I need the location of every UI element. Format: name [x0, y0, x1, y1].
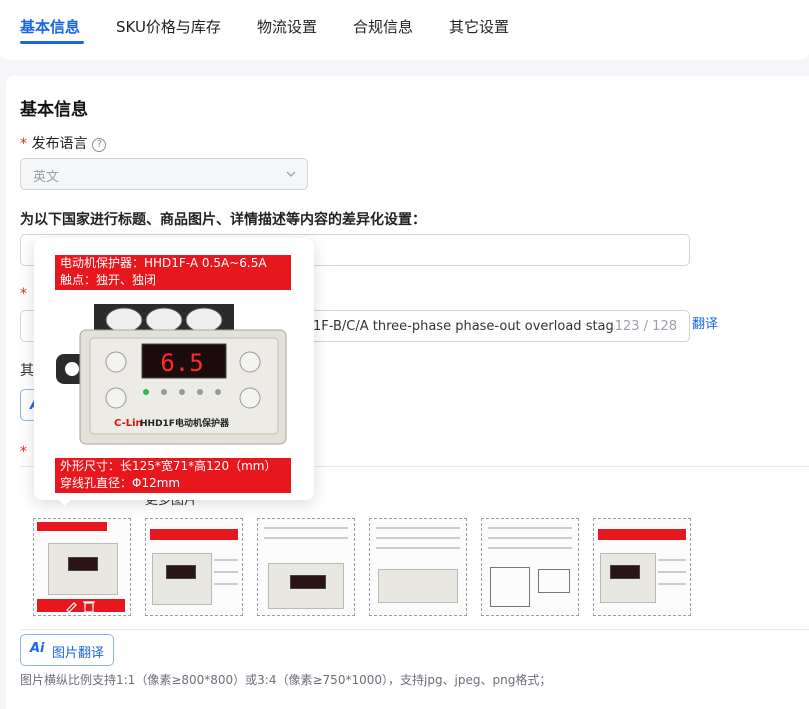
product-thumbnail-6[interactable]	[593, 518, 691, 616]
title-label: *	[20, 286, 27, 302]
translate-link[interactable]: 翻译	[692, 313, 718, 332]
image-requirements-hint: 图片横纵比例支持1:1（像素≥800*800）或3:4（像素≥750*1000）…	[20, 673, 552, 687]
spec-band-bottom-line2: 穿线孔直径：Φ12mm	[60, 476, 181, 490]
product-thumbnail-1[interactable]	[33, 518, 131, 616]
language-label-text: 发布语言	[31, 136, 88, 152]
spec-band-top-line1: 电动机保护器：HHD1F-A 0.5A~6.5A	[60, 256, 267, 270]
divider	[20, 629, 809, 630]
required-mark: *	[20, 136, 27, 152]
edit-delete-icons[interactable]	[64, 599, 98, 613]
language-label: * 发布语言?	[20, 133, 107, 153]
device-display-value: 6.5	[160, 349, 203, 377]
required-mark: *	[20, 444, 27, 460]
title-input-value: 1F-B/C/A three-phase phase-out overload …	[313, 319, 615, 334]
other-label: 其	[20, 363, 34, 379]
section-title: 基本信息	[20, 100, 88, 120]
language-select[interactable]: 英文	[20, 158, 308, 190]
chevron-down-icon	[286, 171, 296, 177]
tabs-bar: 基本信息 SKU价格与库存 物流设置 合规信息 其它设置	[0, 0, 809, 60]
diff-settings-label: 为以下国家进行标题、商品图片、详情描述等内容的差异化设置：	[20, 212, 426, 228]
product-thumbnail-5[interactable]	[481, 518, 579, 616]
images-label: *	[20, 444, 27, 460]
ai-image-translate-button[interactable]: Ai 图片翻译	[20, 634, 114, 666]
product-photo: 6.5 C-Lin HHD1F电动机保护器	[56, 304, 287, 445]
ai-icon: Ai	[30, 641, 45, 656]
spec-band-bottom-line1: 外形尺寸：长125*宽71*高120（mm）	[60, 459, 277, 473]
popover-arrow	[58, 499, 72, 506]
tab-compliance[interactable]: 合规信息	[353, 16, 413, 37]
tab-other-settings[interactable]: 其它设置	[449, 16, 509, 37]
tab-sku-price-stock[interactable]: SKU价格与库存	[116, 16, 221, 37]
language-select-value: 英文	[33, 170, 60, 185]
ai-translate-label: 图片翻译	[52, 646, 105, 661]
tab-logistics[interactable]: 物流设置	[257, 16, 317, 37]
active-tab-indicator	[20, 41, 84, 44]
title-char-count: 123 / 128	[614, 319, 677, 334]
spec-band-bottom: 外形尺寸：长125*宽71*高120（mm） 穿线孔直径：Φ12mm	[55, 458, 291, 493]
product-thumbnail-3[interactable]	[257, 518, 355, 616]
product-thumbnail-4[interactable]	[369, 518, 467, 616]
spec-band-top: 电动机保护器：HHD1F-A 0.5A~6.5A 触点：独开、独闭	[55, 255, 291, 290]
required-mark: *	[20, 286, 27, 302]
spec-band-top-line2: 触点：独开、独闭	[60, 273, 157, 287]
brand-logo: C-Lin	[114, 418, 143, 429]
device-model-label: HHD1F电动机保护器	[140, 417, 230, 429]
tab-basic-info[interactable]: 基本信息	[20, 16, 80, 37]
help-icon[interactable]: ?	[92, 138, 107, 152]
product-thumbnail-2[interactable]	[145, 518, 243, 616]
